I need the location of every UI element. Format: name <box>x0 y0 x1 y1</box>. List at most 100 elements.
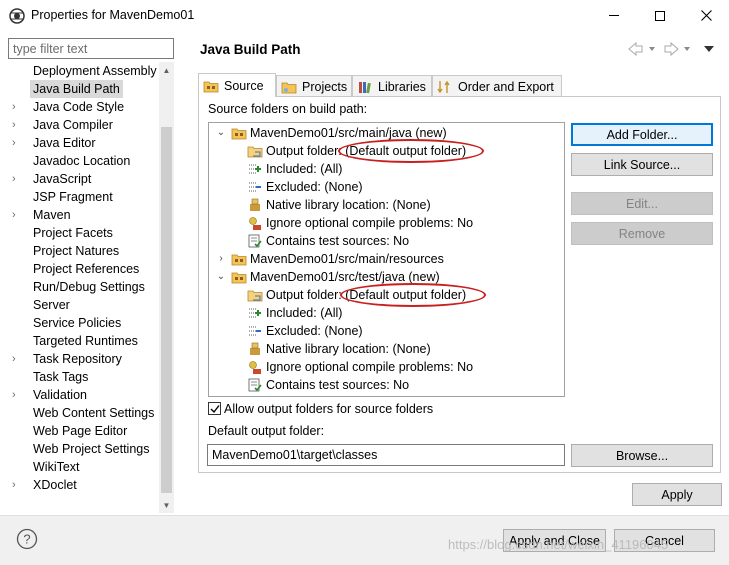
expand-arrow-icon[interactable]: › <box>12 116 22 134</box>
property-page-tree[interactable]: Deployment Assembly Java Build Path › Java … <box>8 62 174 513</box>
source-row-label: Native library location: (None) <box>266 198 431 212</box>
tree-item-label: Task Repository <box>33 352 122 366</box>
tree-item[interactable]: WikiText <box>8 458 166 476</box>
tree-item[interactable]: › Validation <box>8 386 166 404</box>
source-attribute-row[interactable]: Ignore optional compile problems: No <box>231 214 473 232</box>
source-attribute-row[interactable]: Included: (All) <box>231 160 342 178</box>
tree-item[interactable]: Java Build Path <box>8 80 166 98</box>
tree-item[interactable]: › Maven <box>8 206 166 224</box>
expand-arrow-icon[interactable]: › <box>12 170 22 188</box>
tree-item[interactable]: Project Facets <box>8 224 166 242</box>
tree-item[interactable]: Task Tags <box>8 368 166 386</box>
tree-item[interactable]: › Java Code Style <box>8 98 166 116</box>
collapse-arrow-icon[interactable]: ⌄ <box>215 268 227 286</box>
forward-arrow-icon[interactable] <box>664 41 679 57</box>
source-row-label: MavenDemo01/src/main/resources <box>250 252 444 266</box>
tree-item-label: Project Facets <box>33 226 113 240</box>
tree-item[interactable]: Web Project Settings <box>8 440 166 458</box>
expand-arrow-icon[interactable]: › <box>12 98 22 116</box>
source-row-label: Ignore optional compile problems: No <box>266 360 474 374</box>
tree-item[interactable]: Web Page Editor <box>8 422 166 440</box>
tree-item[interactable]: Targeted Runtimes <box>8 332 166 350</box>
tree-item-label: Java Code Style <box>33 100 125 114</box>
source-attribute-row[interactable]: Contains test sources: No <box>231 376 409 394</box>
expand-arrow-icon[interactable]: › <box>12 134 22 152</box>
tree-item[interactable]: › Java Compiler <box>8 116 166 134</box>
projects-icon <box>281 79 297 95</box>
tab-projects[interactable]: Projects <box>276 75 352 97</box>
source-attribute-row[interactable]: Excluded: (None) <box>231 322 363 340</box>
tree-item[interactable]: › Task Repository <box>8 350 166 368</box>
add-folder-button[interactable]: Add Folder... <box>571 123 713 146</box>
tree-item[interactable]: Javadoc Location <box>8 152 166 170</box>
back-menu-icon[interactable] <box>649 47 655 51</box>
source-folder-row[interactable]: › MavenDemo01/src/main/resources <box>215 250 444 268</box>
expand-arrow-icon[interactable]: › <box>12 386 22 404</box>
forward-menu-icon[interactable] <box>684 47 690 51</box>
source-attribute-row[interactable]: Excluded: (None) <box>231 178 363 196</box>
source-folders-tree[interactable]: ⌄ MavenDemo01/src/main/java (new) Output f… <box>208 122 565 397</box>
scroll-up-icon[interactable]: ▲ <box>159 62 174 78</box>
native-library-icon <box>247 341 263 357</box>
minimize-icon <box>609 15 619 16</box>
expand-arrow-icon[interactable]: › <box>12 476 22 494</box>
tree-item-label: Deployment Assembly <box>33 64 157 78</box>
edit-button[interactable]: Edit... <box>571 192 713 215</box>
tree-item[interactable]: › Java Editor <box>8 134 166 152</box>
expand-arrow-icon[interactable]: › <box>12 350 22 368</box>
tab-libraries[interactable]: Libraries <box>352 75 432 97</box>
filter-field[interactable] <box>8 38 174 59</box>
ignore-problems-icon <box>247 359 263 375</box>
tab-source-label: Source <box>224 78 264 93</box>
source-attribute-row[interactable]: Native library location: (None) <box>231 196 431 214</box>
tree-item[interactable]: › JavaScript <box>8 170 166 188</box>
scrollbar-thumb[interactable] <box>161 127 172 493</box>
help-icon[interactable]: ? <box>16 528 38 550</box>
scroll-down-icon[interactable]: ▼ <box>159 497 174 513</box>
tab-source[interactable]: Source <box>198 73 276 97</box>
tree-item[interactable]: Service Policies <box>8 314 166 332</box>
allow-output-folders-label[interactable]: Allow output folders for source folders <box>224 402 433 416</box>
order-export-icon <box>437 79 453 95</box>
source-attribute-row[interactable]: Native library location: (None) <box>231 340 431 358</box>
test-sources-icon <box>247 233 263 249</box>
expand-arrow-icon[interactable]: › <box>12 206 22 224</box>
link-source-button[interactable]: Link Source... <box>571 153 713 176</box>
filter-input[interactable] <box>9 39 173 58</box>
source-attribute-row[interactable]: Included: (All) <box>231 304 342 322</box>
source-folders-label: Source folders on build path: <box>208 102 368 116</box>
pane-sash[interactable] <box>180 36 184 516</box>
source-row-label: Contains test sources: No <box>266 378 410 392</box>
expand-arrow-icon[interactable]: › <box>215 250 227 268</box>
browse-button[interactable]: Browse... <box>571 444 713 467</box>
source-row-label: Ignore optional compile problems: No <box>266 216 474 230</box>
source-row-label: Included: (All) <box>266 306 343 320</box>
remove-button[interactable]: Remove <box>571 222 713 245</box>
tree-item[interactable]: Web Content Settings <box>8 404 166 422</box>
source-attribute-row[interactable]: Contains test sources: No <box>231 232 409 250</box>
back-arrow-icon[interactable] <box>628 41 643 57</box>
view-menu-icon[interactable] <box>704 46 714 52</box>
tree-item[interactable]: Run/Debug Settings <box>8 278 166 296</box>
minimize-button[interactable] <box>591 0 637 31</box>
maximize-button[interactable] <box>637 0 683 31</box>
default-output-folder-label: Default output folder: <box>208 424 325 438</box>
apply-button[interactable]: Apply <box>632 483 722 506</box>
tab-order-and-export[interactable]: Order and Export <box>432 75 562 97</box>
tree-item-label: Run/Debug Settings <box>33 280 145 294</box>
tree-item[interactable]: › XDoclet <box>8 476 166 494</box>
tree-item-label: Web Page Editor <box>33 424 128 438</box>
tree-item[interactable]: Deployment Assembly <box>8 62 166 80</box>
source-row-label: Native library location: (None) <box>266 342 431 356</box>
included-icon <box>247 161 263 177</box>
collapse-arrow-icon[interactable]: ⌄ <box>215 124 227 142</box>
tree-item[interactable]: JSP Fragment <box>8 188 166 206</box>
package-folder-icon <box>231 251 247 267</box>
allow-output-folders-checkbox[interactable] <box>208 402 221 415</box>
tree-item[interactable]: Project Natures <box>8 242 166 260</box>
close-button[interactable] <box>683 0 729 31</box>
tree-item[interactable]: Project References <box>8 260 166 278</box>
default-output-folder-field[interactable]: MavenDemo01\target\classes <box>207 444 565 466</box>
source-attribute-row[interactable]: Ignore optional compile problems: No <box>231 358 473 376</box>
tree-item[interactable]: Server <box>8 296 166 314</box>
